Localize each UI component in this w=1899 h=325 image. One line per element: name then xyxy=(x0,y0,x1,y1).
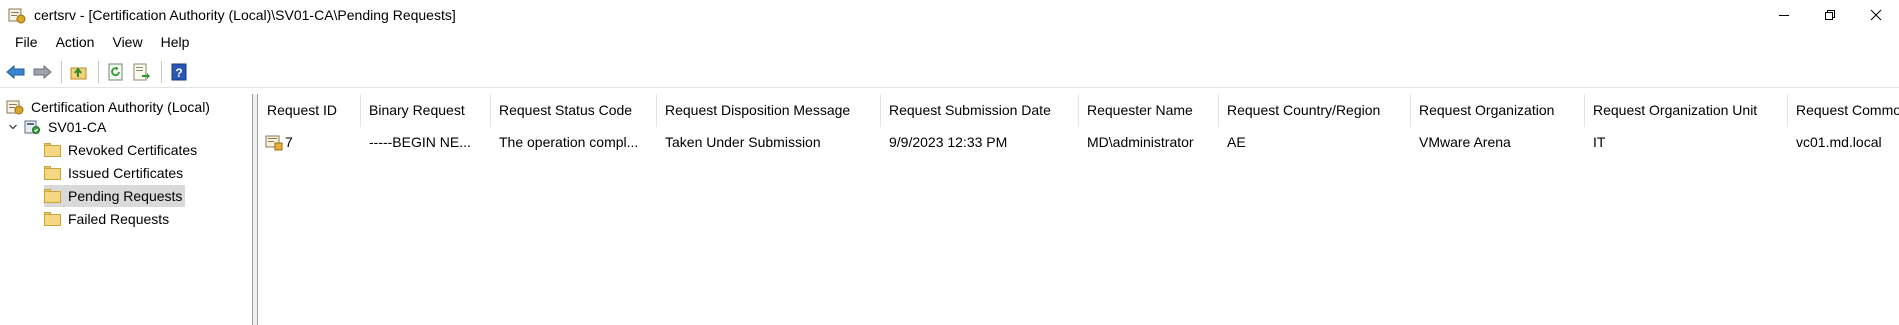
cell-request-submission-date: 9/9/2023 12:33 PM xyxy=(889,134,1008,150)
console-tree: Certification Authority (Local) SV01-CA … xyxy=(0,94,253,325)
column-header-request-organization-unit[interactable]: Request Organization Unit xyxy=(1585,94,1788,127)
tree-label: SV01-CA xyxy=(48,119,107,135)
column-header-request-id[interactable]: Request ID xyxy=(259,94,361,127)
cell-request-status-code: The operation compl... xyxy=(499,134,639,150)
toolbar: ? xyxy=(0,56,1899,88)
folder-icon xyxy=(44,189,61,203)
column-header-request-submission-date[interactable]: Request Submission Date xyxy=(881,94,1079,127)
list-header: Request ID Binary Request Request Status… xyxy=(259,94,1899,127)
help-button[interactable]: ? xyxy=(167,60,191,84)
forward-button[interactable] xyxy=(30,60,54,84)
cell-request-country-region: AE xyxy=(1227,134,1246,150)
cell-requester-name: MD\administrator xyxy=(1087,134,1194,150)
tree-item-sv01-ca[interactable]: SV01-CA xyxy=(6,116,109,138)
column-header-binary-request[interactable]: Binary Request xyxy=(361,94,491,127)
menu-view[interactable]: View xyxy=(103,30,151,54)
certsrv-app-icon[interactable] xyxy=(8,6,26,24)
restore-icon xyxy=(1825,10,1835,20)
tree-label: Revoked Certificates xyxy=(68,142,198,158)
folder-icon xyxy=(44,166,61,180)
title-bar: certsrv - [Certification Authority (Loca… xyxy=(0,0,1899,30)
column-header-request-disposition-message[interactable]: Request Disposition Message xyxy=(657,94,881,127)
minimize-button[interactable] xyxy=(1761,0,1807,30)
cell-request-common-name: vc01.md.local xyxy=(1796,134,1882,150)
ca-root-icon xyxy=(6,99,24,115)
pane-splitter[interactable] xyxy=(253,94,258,325)
chevron-down-icon[interactable] xyxy=(6,120,20,134)
help-icon: ? xyxy=(171,63,187,80)
tree-item-failed-requests[interactable]: Failed Requests xyxy=(44,208,172,230)
toolbar-separator xyxy=(61,60,62,83)
close-button[interactable] xyxy=(1853,0,1899,30)
menu-action[interactable]: Action xyxy=(47,30,104,54)
toolbar-separator xyxy=(98,60,99,83)
request-id-value: 7 xyxy=(285,134,293,150)
close-icon xyxy=(1870,9,1882,21)
tree-label: Pending Requests xyxy=(68,188,183,204)
refresh-icon xyxy=(108,63,123,80)
tree-item-revoked-certificates[interactable]: Revoked Certificates xyxy=(44,139,200,161)
menu-bar: File Action View Help xyxy=(0,30,1899,54)
table-row[interactable]: 7 -----BEGIN NE... The operation compl..… xyxy=(259,130,1899,154)
cell-request-id: 7 xyxy=(259,130,361,154)
menu-help[interactable]: Help xyxy=(152,30,199,54)
tree-label: Certification Authority (Local) xyxy=(31,99,210,115)
export-list-button[interactable] xyxy=(130,60,154,84)
forward-arrow-icon xyxy=(33,64,52,79)
cell-binary-request: -----BEGIN NE... xyxy=(369,134,471,150)
up-one-level-button[interactable] xyxy=(67,60,91,84)
back-arrow-icon xyxy=(6,64,25,79)
pending-request-icon xyxy=(265,134,283,151)
cell-request-organization-unit: IT xyxy=(1593,134,1606,150)
window-controls xyxy=(1761,0,1899,30)
restore-button[interactable] xyxy=(1807,0,1853,30)
ca-server-icon xyxy=(23,119,41,135)
column-header-request-common-name[interactable]: Request Common Name xyxy=(1788,94,1899,127)
cell-request-organization: VMware Arena xyxy=(1419,134,1511,150)
up-folder-icon xyxy=(70,66,87,79)
export-list-icon xyxy=(133,63,150,80)
tree-item-certification-authority[interactable]: Certification Authority (Local) xyxy=(6,96,213,118)
column-header-request-country-region[interactable]: Request Country/Region xyxy=(1219,94,1411,127)
tree-item-issued-certificates[interactable]: Issued Certificates xyxy=(44,162,186,184)
folder-icon xyxy=(44,143,61,157)
minimize-icon xyxy=(1779,15,1789,16)
column-header-requester-name[interactable]: Requester Name xyxy=(1079,94,1219,127)
toolbar-separator xyxy=(161,60,162,83)
column-header-request-status-code[interactable]: Request Status Code xyxy=(491,94,657,127)
menu-file[interactable]: File xyxy=(6,30,47,54)
cell-request-disposition-message: Taken Under Submission xyxy=(665,134,821,150)
folder-icon xyxy=(44,212,61,226)
back-button[interactable] xyxy=(4,60,28,84)
results-list: Request ID Binary Request Request Status… xyxy=(259,94,1899,325)
svg-text:?: ? xyxy=(175,66,182,80)
tree-label: Issued Certificates xyxy=(68,165,184,181)
column-header-request-organization[interactable]: Request Organization xyxy=(1411,94,1585,127)
tree-item-pending-requests[interactable]: Pending Requests xyxy=(44,185,186,207)
refresh-button[interactable] xyxy=(104,60,128,84)
window-title: certsrv - [Certification Authority (Loca… xyxy=(34,7,456,23)
tree-label: Failed Requests xyxy=(68,211,170,227)
